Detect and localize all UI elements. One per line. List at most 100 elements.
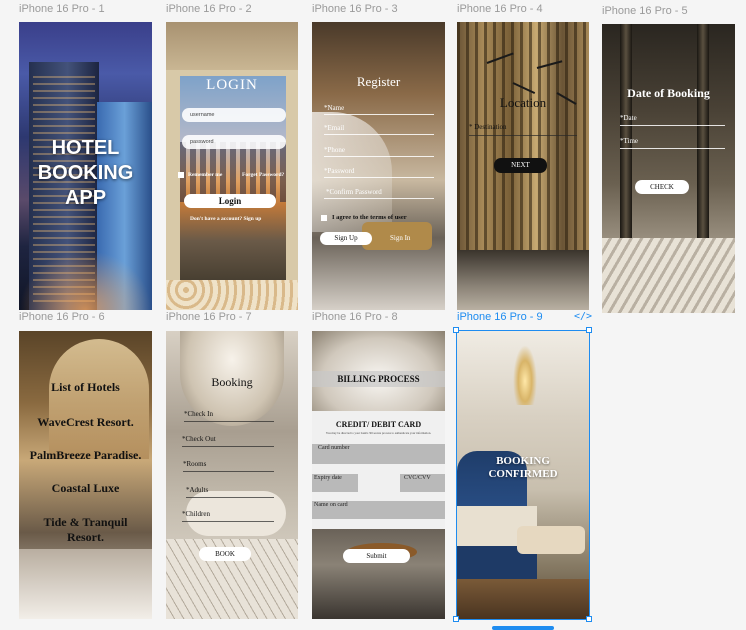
name-field[interactable] — [324, 114, 434, 115]
city-light-glow — [19, 250, 152, 310]
frame-booking-confirmed[interactable]: BOOKING CONFIRMED — [457, 331, 589, 619]
confirmed-title: BOOKING CONFIRMED — [457, 455, 589, 481]
frame-list-of-hotels[interactable]: List of Hotels WaveCrest Resort. PalmBre… — [19, 331, 152, 619]
name-label: *Name — [324, 104, 345, 112]
splash-title: HOTEL BOOKING APP — [19, 136, 152, 211]
confirmed-title-line-2: CONFIRMED — [488, 468, 558, 480]
frame-register[interactable]: Register *Name *Email *Phone *Password *… — [312, 22, 445, 310]
ottoman-image — [517, 526, 585, 554]
name-on-card-label: Name on card — [314, 502, 348, 508]
resize-handle-bl[interactable] — [453, 616, 459, 622]
marble-floor — [602, 238, 735, 313]
cvc-label: CVC/CVV — [404, 475, 431, 481]
time-label: *Time — [620, 137, 639, 145]
frame-label-7[interactable]: iPhone 16 Pro - 7 — [166, 311, 252, 323]
expiry-label: Expiry date — [314, 475, 342, 481]
wood-slat-wall — [457, 22, 589, 252]
code-view-icon[interactable]: </> — [574, 311, 592, 322]
frame-label-6[interactable]: iPhone 16 Pro - 6 — [19, 311, 105, 323]
check-out-label: *Check Out — [182, 435, 216, 443]
frame-location[interactable]: Location * Destination NEXT — [457, 22, 589, 310]
resize-handle-tl[interactable] — [453, 327, 459, 333]
booking-title: Booking — [211, 375, 253, 389]
frame-hotel-booking-splash[interactable]: HOTEL BOOKING APP — [19, 22, 152, 310]
terms-label: I agree to the terms of user — [332, 214, 407, 221]
hotel-item-2[interactable]: PalmBreeze Paradise. — [19, 448, 152, 463]
terms-checkbox[interactable] — [321, 215, 327, 221]
resize-handle-br[interactable] — [586, 616, 592, 622]
rooms-field[interactable] — [183, 471, 274, 472]
chandelier-image — [513, 345, 537, 405]
next-button[interactable]: NEXT — [494, 158, 547, 173]
billing-title: BILLING PROCESS — [337, 374, 420, 384]
check-out-field[interactable] — [182, 446, 274, 447]
username-input[interactable]: username — [182, 108, 286, 122]
remember-label: Remember me — [188, 172, 223, 178]
destination-field[interactable] — [469, 135, 577, 136]
password-label: *Password — [324, 167, 355, 175]
time-field[interactable] — [620, 148, 725, 149]
hotel-item-4[interactable]: Tide & Tranquil Resort. — [19, 515, 152, 545]
frame-label-8[interactable]: iPhone 16 Pro - 8 — [312, 311, 398, 323]
adults-field[interactable] — [186, 497, 274, 498]
date-title: Date of Booking — [627, 86, 710, 100]
adults-label: *Adults — [186, 486, 209, 494]
frame-date-of-booking[interactable]: Date of Booking *Date *Time CHECK — [602, 24, 735, 313]
confirmed-title-line-1: BOOKING — [496, 455, 550, 467]
ceiling-band — [166, 22, 298, 70]
window-arch — [49, 339, 149, 459]
sign-up-button[interactable]: Sign Up — [320, 232, 372, 245]
card-subtitle: You may be directed to your bank's 3D se… — [325, 431, 432, 435]
frame-label-2[interactable]: iPhone 16 Pro - 2 — [166, 3, 252, 15]
hotel-item-1[interactable]: WaveCrest Resort. — [19, 415, 152, 430]
submit-button[interactable]: Submit — [343, 549, 410, 563]
card-number-label: Card number — [318, 445, 350, 451]
frame-label-3[interactable]: iPhone 16 Pro - 3 — [312, 3, 398, 15]
confirm-password-field[interactable] — [324, 198, 434, 199]
frame-label-5[interactable]: iPhone 16 Pro - 5 — [602, 5, 688, 17]
date-label: *Date — [620, 114, 637, 122]
date-field[interactable] — [620, 125, 725, 126]
phone-label: *Phone — [324, 146, 345, 154]
remember-checkbox[interactable] — [178, 172, 184, 178]
signup-prompt[interactable]: Don't have a account? Sign up — [190, 216, 261, 222]
frame-label-4[interactable]: iPhone 16 Pro - 4 — [457, 3, 543, 15]
check-in-label: *Check In — [184, 410, 213, 418]
confirm-password-label: *Confirm Password — [326, 188, 382, 196]
frame-login[interactable]: LOGIN username password Remember me Forg… — [166, 22, 298, 310]
lobby-floor — [457, 250, 589, 310]
design-canvas: iPhone 16 Pro - 1 iPhone 16 Pro - 2 iPho… — [0, 0, 746, 630]
splash-title-line-3: APP — [64, 187, 107, 209]
location-title: Location — [499, 95, 547, 110]
forgot-password-link[interactable]: Forget Password? — [242, 172, 284, 178]
column — [697, 24, 709, 254]
hotels-title: List of Hotels — [51, 380, 120, 394]
hotel-item-3[interactable]: Coastal Luxe — [19, 481, 152, 496]
marble-floor — [19, 549, 152, 619]
children-label: *Children — [182, 510, 210, 518]
password-field[interactable] — [324, 177, 434, 178]
carpet-pattern — [166, 280, 298, 310]
frame-booking[interactable]: Booking *Check In *Check Out *Rooms *Adu… — [166, 331, 298, 619]
rooms-label: *Rooms — [183, 460, 207, 468]
email-field[interactable] — [324, 134, 434, 135]
check-button[interactable]: CHECK — [635, 180, 689, 194]
check-in-field[interactable] — [184, 421, 274, 422]
resize-handle-tr[interactable] — [586, 327, 592, 333]
sign-in-link[interactable]: Sign In — [390, 234, 410, 242]
login-title: LOGIN — [206, 77, 258, 93]
phone-field[interactable] — [324, 156, 434, 157]
children-field[interactable] — [182, 521, 274, 522]
wood-floor — [457, 579, 589, 619]
frame-billing[interactable]: BILLING PROCESS CREDIT/ DEBIT CARD You m… — [312, 331, 445, 619]
splash-title-line-1: HOTEL — [51, 137, 120, 159]
card-title: CREDIT/ DEBIT CARD — [335, 420, 422, 429]
splash-title-line-2: BOOKING — [37, 162, 134, 184]
login-button[interactable]: Login — [184, 194, 276, 208]
scroll-indicator[interactable] — [492, 626, 554, 630]
password-input[interactable]: password — [182, 135, 286, 149]
frame-label-9[interactable]: iPhone 16 Pro - 9 — [457, 311, 543, 323]
email-label: *Email — [324, 124, 345, 132]
book-button[interactable]: BOOK — [199, 547, 251, 561]
frame-label-1[interactable]: iPhone 16 Pro - 1 — [19, 3, 105, 15]
